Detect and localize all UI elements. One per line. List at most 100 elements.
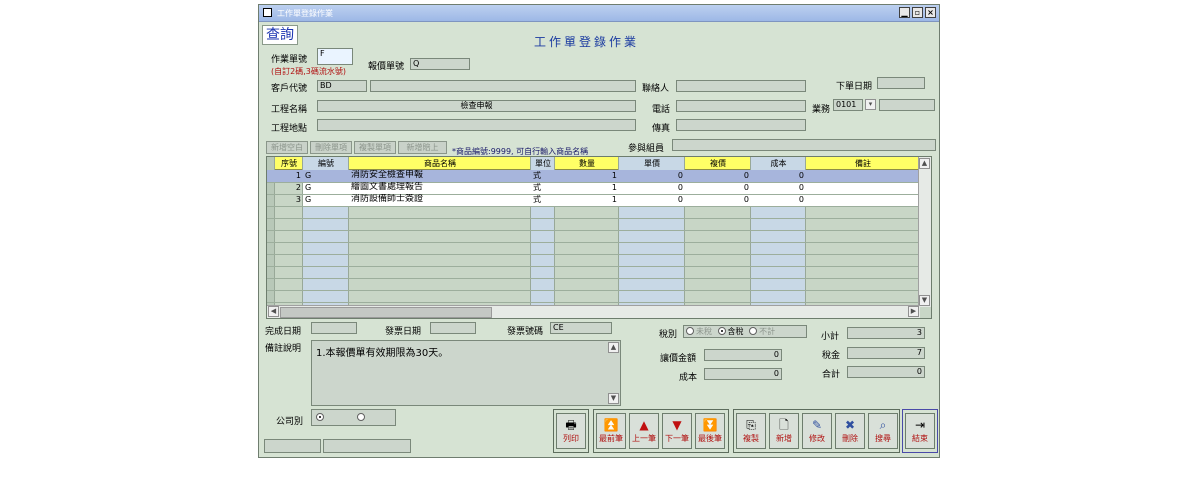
contact-field[interactable] (676, 80, 806, 92)
finish-date-field[interactable] (311, 322, 357, 334)
minimize-button[interactable]: ▁ (899, 7, 910, 18)
cell-code[interactable]: G (303, 170, 349, 181)
scroll-thumb[interactable] (280, 307, 492, 318)
members-field[interactable] (672, 139, 936, 151)
work-no-hint: (自訂2碼,3碼流水號) (271, 67, 346, 76)
items-table: 序號 編號 商品名稱 單位 數量 單價 複價 成本 備註 1 G 消防安全檢查申… (266, 156, 932, 319)
sales-field[interactable]: 0101 (833, 99, 863, 111)
first-label: 最前筆 (599, 434, 623, 443)
prev-record-button[interactable]: ▲ 上一筆 (629, 413, 659, 449)
work-no-field[interactable]: F (317, 48, 353, 65)
add-button[interactable]: 🗋 新增 (769, 413, 799, 449)
exit-group: ⇥ 結束 (902, 409, 938, 453)
tax-option-taxed[interactable]: 含稅 (717, 327, 744, 336)
row-line (267, 218, 920, 219)
print-label: 列印 (563, 434, 579, 443)
tax-option-none[interactable]: 不計 (749, 327, 775, 336)
tax-option-taxed-label: 含稅 (727, 327, 744, 336)
invoice-no-field[interactable]: CE (550, 322, 612, 334)
delete-label: 刪除 (842, 434, 858, 443)
last-record-button[interactable]: ⏬ 最後筆 (695, 413, 725, 449)
project-name-field[interactable]: 檢查申報 (317, 100, 636, 112)
phone-field[interactable] (676, 100, 806, 112)
cell-total: 0 (743, 183, 749, 192)
remark-textarea[interactable]: 1.本報價單有效期限為30天。 ▲ ▼ (311, 340, 621, 406)
delete-item-button[interactable]: 刪除單項 (310, 141, 352, 154)
binoculars-icon: ⌕ (879, 418, 887, 432)
exit-label: 結束 (912, 434, 928, 443)
tax-option-untaxed[interactable]: 未稅 (686, 327, 712, 336)
customer-code-label: 客戶代號 (271, 84, 308, 94)
order-date-field[interactable] (877, 77, 925, 89)
cell-name[interactable]: 繪圖文書處理報告 (349, 182, 531, 193)
invoice-date-field[interactable] (430, 322, 476, 334)
cell-price[interactable]: 0 (619, 194, 685, 205)
table-vertical-scrollbar[interactable]: ▲ ▼ (918, 157, 931, 307)
cell-price[interactable]: 0 (619, 182, 685, 193)
new-blank-button[interactable]: 新增空白 (266, 141, 308, 154)
scroll-right-icon[interactable]: ▶ (908, 306, 919, 317)
scroll-left-icon[interactable]: ◀ (268, 306, 279, 317)
delete-icon: ✖ (844, 418, 856, 432)
print-button[interactable]: 🖶 列印 (556, 413, 586, 449)
cell-qty[interactable]: 1 (555, 170, 619, 181)
cell-unit[interactable]: 式 (531, 182, 555, 193)
cell-qty[interactable]: 1 (555, 194, 619, 205)
form-title: 工作單登錄作業 (534, 35, 640, 49)
delete-button[interactable]: ✖ 刪除 (835, 413, 865, 449)
project-site-field[interactable] (317, 119, 636, 131)
cell-name[interactable]: 消防設備師士簽證 (349, 194, 531, 205)
first-record-button[interactable]: ⏫ 最前筆 (596, 413, 626, 449)
edit-button[interactable]: ✎ 修改 (802, 413, 832, 449)
company-option-2-icon[interactable] (356, 413, 365, 421)
table-horizontal-scrollbar[interactable]: ◀ ▶ (267, 305, 920, 318)
row-line (267, 290, 920, 291)
cell-code[interactable]: G (303, 194, 349, 205)
customer-code-field[interactable]: BD (317, 80, 367, 92)
cell-unit[interactable]: 式 (531, 170, 555, 181)
header-total: 複價 (710, 159, 726, 168)
printer-icon: 🖶 (565, 418, 577, 432)
tax-amount-label: 稅金 (822, 351, 841, 361)
contact-label: 聯絡人 (642, 84, 670, 94)
sales-label: 業務 (812, 105, 831, 115)
subtotal-label: 小計 (821, 332, 840, 342)
memo-scroll-down-icon[interactable]: ▼ (608, 393, 619, 404)
discount-field[interactable]: 0 (704, 349, 782, 361)
row-line (267, 302, 920, 303)
sales-dropdown-arrow-icon[interactable]: ▾ (865, 99, 876, 110)
print-group: 🖶 列印 (553, 409, 589, 453)
fax-field[interactable] (676, 119, 806, 131)
copy-item-button[interactable]: 複製單項 (354, 141, 396, 154)
cell-total: 0 (743, 195, 749, 204)
insert-above-button[interactable]: 新增賠上 (398, 141, 447, 154)
close-button[interactable]: × (925, 7, 936, 18)
maximize-button[interactable]: ▫ (912, 7, 923, 18)
navigation-group: ⏫ 最前筆 ▲ 上一筆 ▼ 下一筆 ⏬ 最後筆 (593, 409, 729, 453)
cell-cost[interactable]: 0 (751, 182, 806, 193)
company-option-1-icon[interactable] (316, 413, 324, 421)
cell-unit[interactable]: 式 (531, 194, 555, 205)
cell-price[interactable]: 0 (619, 170, 685, 181)
customer-name-field[interactable] (370, 80, 636, 92)
cell-name[interactable]: 消防安全檢查申報 (349, 170, 531, 181)
copy-button[interactable]: ⎘ 複製 (736, 413, 766, 449)
sales-name-field[interactable] (879, 99, 935, 111)
up-arrow-icon: ▲ (639, 418, 649, 432)
next-record-button[interactable]: ▼ 下一筆 (662, 413, 692, 449)
search-button[interactable]: ⌕ 搜尋 (868, 413, 898, 449)
prev-label: 上一筆 (632, 434, 656, 443)
exit-button[interactable]: ⇥ 結束 (905, 413, 935, 449)
cell-seq: 3 (295, 195, 301, 204)
scroll-up-icon[interactable]: ▲ (919, 158, 930, 169)
cell-code[interactable]: G (303, 182, 349, 193)
window-title: 工作單登錄作業 (277, 9, 333, 18)
cell-cost[interactable]: 0 (751, 194, 806, 205)
tax-amount-field: 7 (847, 347, 925, 359)
radio-icon (686, 327, 694, 335)
cell-cost[interactable]: 0 (751, 170, 806, 181)
cell-qty[interactable]: 1 (555, 182, 619, 193)
quote-no-field[interactable]: Q (410, 58, 470, 70)
scroll-down-icon[interactable]: ▼ (919, 295, 930, 306)
memo-scroll-up-icon[interactable]: ▲ (608, 342, 619, 353)
